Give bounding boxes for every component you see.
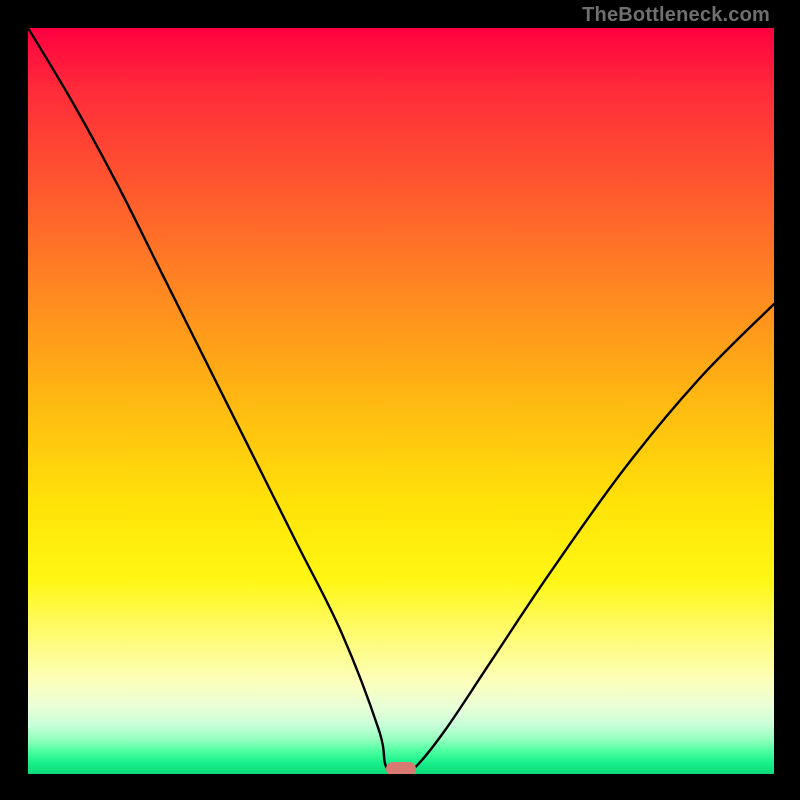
bottleneck-curve	[28, 28, 774, 774]
plot-area	[28, 28, 774, 774]
watermark-text: TheBottleneck.com	[582, 4, 770, 27]
chart-frame: TheBottleneck.com	[0, 0, 800, 800]
optimal-point-marker	[386, 762, 416, 774]
